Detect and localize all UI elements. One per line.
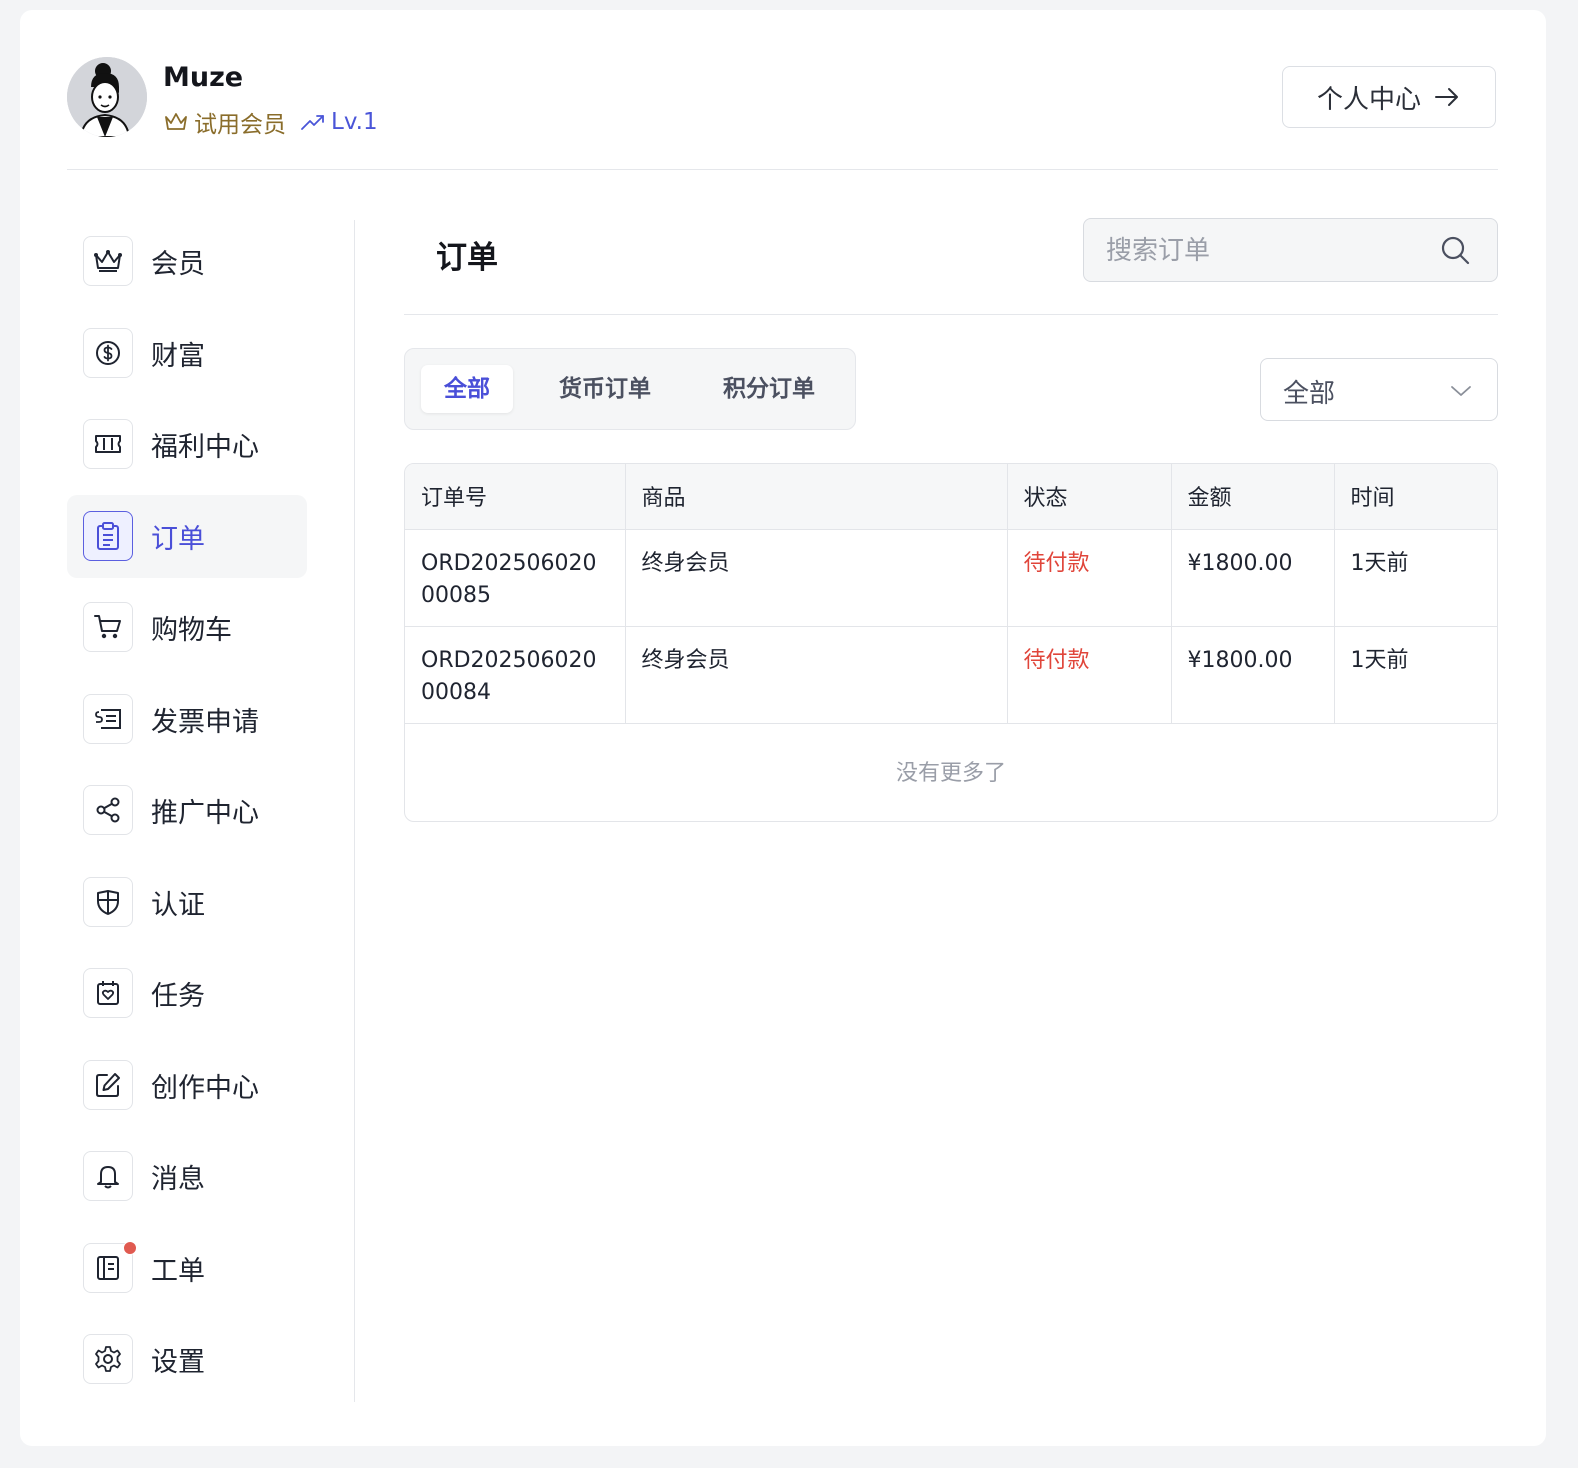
column-header-time: 时间 (1334, 464, 1497, 530)
chevron-down-icon (1449, 379, 1473, 407)
page-title: 订单 (436, 240, 498, 276)
sidebar-item-wealth[interactable]: 财富 (67, 312, 307, 395)
column-header-status: 状态 (1007, 464, 1172, 530)
search-input[interactable] (1104, 219, 1438, 283)
tab-all[interactable]: 全部 (421, 365, 513, 413)
order-status: 待付款 (1007, 529, 1172, 627)
sidebar-item-label: 推广中心 (151, 798, 259, 829)
sidebar-item-verification[interactable]: 认证 (67, 861, 307, 944)
sidebar-item-messages[interactable]: 消息 (67, 1135, 307, 1218)
edit-icon (83, 1059, 133, 1110)
sidebar-item-benefits[interactable]: 福利中心 (67, 403, 307, 486)
level-badge-label: Lv.1 (331, 109, 378, 135)
level-badge[interactable]: Lv.1 (300, 109, 378, 135)
status-filter-select[interactable]: 全部 (1260, 358, 1498, 421)
product-name: 终身会员 (625, 529, 1008, 627)
table-row[interactable]: ORD20250602000085 终身会员 待付款 ¥1800.00 1天前 (405, 529, 1497, 627)
share-icon (83, 785, 133, 835)
sidebar-item-creation[interactable]: 创作中心 (67, 1044, 307, 1127)
sidebar-divider (354, 220, 355, 1402)
sidebar-item-cart[interactable]: 购物车 (67, 586, 307, 669)
user-name: Muze (163, 62, 244, 93)
sidebar-item-label: 发票申请 (151, 706, 259, 738)
gear-icon (83, 1334, 133, 1384)
sidebar-item-tasks[interactable]: 任务 (67, 952, 307, 1035)
calendar-heart-icon (83, 968, 133, 1018)
column-header-product: 商品 (625, 464, 1008, 530)
shield-icon (83, 876, 133, 927)
table-row[interactable]: ORD20250602000084 终身会员 待付款 ¥1800.00 1天前 (405, 626, 1497, 724)
crown-outline-icon (165, 113, 187, 130)
header-divider (67, 169, 1498, 170)
column-header-order-no: 订单号 (405, 464, 626, 530)
sidebar-item-label: 认证 (151, 889, 205, 921)
sidebar-item-promotion[interactable]: 推广中心 (67, 769, 307, 852)
member-badge-label: 试用会员 (194, 112, 286, 138)
orders-table: 订单号 商品 状态 金额 时间 ORD20250602000085 终身会员 待… (404, 463, 1498, 822)
arrow-right-icon (1435, 88, 1458, 106)
member-badge[interactable]: 试用会员 (163, 105, 286, 139)
sidebar-item-tickets[interactable]: 工单 (67, 1227, 307, 1310)
order-status: 待付款 (1007, 626, 1172, 724)
profile-center-label: 个人中心 (1316, 84, 1421, 115)
column-header-amount: 金额 (1171, 464, 1335, 530)
profile-center-button[interactable]: 个人中心 (1282, 66, 1496, 128)
sidebar-item-membership[interactable]: 会员 (67, 220, 307, 303)
bell-icon (83, 1151, 133, 1201)
table-header-row: 订单号 商品 状态 金额 时间 (405, 464, 1497, 530)
avatar-illustration (67, 57, 147, 137)
sidebar-item-orders[interactable]: 订单 (67, 494, 307, 578)
notification-dot (123, 1240, 137, 1255)
sidebar-item-label: 设置 (151, 1347, 205, 1378)
sidebar-item-label: 财富 (151, 340, 205, 372)
order-number: ORD20250602000084 (405, 626, 626, 724)
sidebar-item-label: 任务 (151, 981, 205, 1012)
product-name: 终身会员 (625, 626, 1008, 724)
tab-points-orders[interactable]: 积分订单 (701, 365, 837, 413)
cart-icon (83, 602, 133, 652)
sidebar-item-invoice[interactable]: 发票申请 (67, 678, 307, 761)
crown-icon (83, 236, 133, 286)
account-panel: Muze 试用会员 Lv.1 个人中心 会员 财富 福利中心 订单 购物车 发票… (20, 10, 1546, 1446)
sidebar-item-label: 创作中心 (151, 1072, 259, 1104)
sidebar-item-label: 消息 (151, 1164, 205, 1195)
sidebar-item-settings[interactable]: 设置 (67, 1318, 307, 1401)
order-time: 1天前 (1334, 626, 1497, 724)
title-divider (404, 314, 1498, 315)
order-time: 1天前 (1334, 529, 1497, 627)
sidebar-item-label: 工单 (151, 1255, 205, 1287)
order-type-tabs: 全部 货币订单 积分订单 (404, 348, 856, 430)
avatar[interactable] (67, 57, 147, 137)
dollar-coin-icon (83, 327, 133, 378)
invoice-icon (83, 693, 133, 744)
ticket-icon (83, 419, 133, 469)
search-box (1083, 218, 1498, 283)
order-amount: ¥1800.00 (1171, 626, 1335, 724)
no-more-text: 没有更多了 (895, 761, 1006, 786)
sidebar-item-label: 购物车 (151, 615, 232, 646)
search-icon[interactable] (1439, 234, 1471, 270)
sidebar-nav: 会员 财富 福利中心 订单 购物车 发票申请 推广中心 认证 任务 创作中心 消… (67, 220, 307, 1410)
user-badges: 试用会员 Lv.1 (163, 105, 378, 139)
trending-up-icon (301, 115, 324, 130)
sidebar-item-label: 会员 (151, 249, 205, 280)
clipboard-icon (83, 510, 133, 561)
status-filter-value: 全部 (1283, 379, 1336, 409)
order-amount: ¥1800.00 (1171, 529, 1335, 627)
order-number: ORD20250602000085 (405, 529, 626, 627)
tab-currency-orders[interactable]: 货币订单 (537, 365, 673, 413)
sidebar-item-label: 订单 (151, 523, 205, 555)
sidebar-item-label: 福利中心 (151, 432, 259, 463)
